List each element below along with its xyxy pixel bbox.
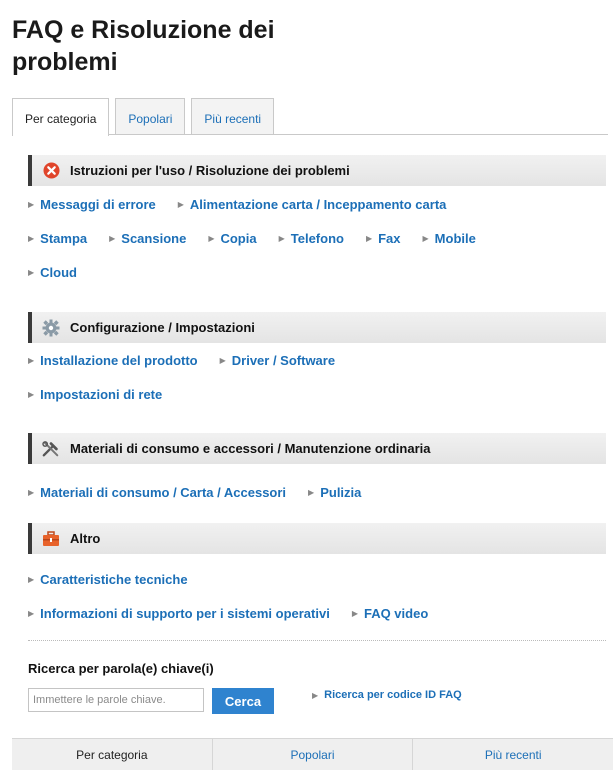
link-cloud[interactable]: ▶ Cloud: [28, 265, 77, 280]
link-mobile[interactable]: ▶ Mobile: [423, 231, 476, 246]
link-alimentazione-carta[interactable]: ▶ Alimentazione carta / Inceppamento cart…: [178, 197, 447, 212]
search-label: Ricerca per parola(e) chiave(i): [28, 661, 214, 676]
link-telefono[interactable]: ▶ Telefono: [279, 231, 344, 246]
error-circle-icon: [42, 162, 60, 180]
bottom-tabs: Per categoria Popolari Più recenti: [12, 738, 613, 770]
section-title: Istruzioni per l'uso / Risoluzione dei p…: [70, 163, 350, 178]
section-header-altro: Altro: [28, 523, 606, 554]
link-fax[interactable]: ▶ Fax: [366, 231, 401, 246]
bottom-tab-popolari[interactable]: Popolari: [213, 739, 414, 770]
link-caratteristiche-tecniche[interactable]: ▶ Caratteristiche tecniche: [28, 572, 188, 587]
section-header-istruzioni: Istruzioni per l'uso / Risoluzione dei p…: [28, 155, 606, 186]
link-scansione[interactable]: ▶ Scansione: [109, 231, 186, 246]
bottom-tab-piu-recenti[interactable]: Più recenti: [413, 739, 613, 770]
search-input[interactable]: [28, 688, 204, 712]
search-button[interactable]: Cerca: [212, 688, 274, 714]
link-copia[interactable]: ▶ Copia: [208, 231, 256, 246]
section-header-configurazione: Configurazione / Impostazioni: [28, 312, 606, 343]
section-title: Materiali di consumo e accessori / Manut…: [70, 441, 431, 456]
link-supporto-sistemi-operativi[interactable]: ▶ Informazioni di supporto per i sistemi …: [28, 606, 330, 621]
page-title: FAQ e Risoluzione dei problemi: [12, 16, 275, 76]
link-impostazioni-di-rete[interactable]: ▶ Impostazioni di rete: [28, 387, 162, 402]
divider: [28, 640, 606, 641]
category-tabs: Per categoria Popolari Più recenti: [12, 98, 280, 136]
link-materiali-di-consumo[interactable]: ▶ Materiali di consumo / Carta / Accessor…: [28, 485, 286, 500]
section-header-materiali: Materiali di consumo e accessori / Manut…: [28, 433, 606, 464]
tab-popolari[interactable]: Popolari: [115, 98, 186, 135]
tools-icon: [42, 440, 60, 458]
tab-per-categoria[interactable]: Per categoria: [12, 98, 110, 136]
gear-icon: [42, 319, 60, 337]
link-stampa[interactable]: ▶ Stampa: [28, 231, 87, 246]
tab-piu-recenti[interactable]: Più recenti: [191, 98, 275, 135]
toolbox-icon: [42, 530, 60, 548]
link-driver-software[interactable]: ▶ Driver / Software: [220, 353, 335, 368]
faq-id-search-link[interactable]: ▶ Ricerca per codice ID FAQ: [312, 689, 462, 701]
section-title: Configurazione / Impostazioni: [70, 320, 255, 335]
link-messaggi-di-errore[interactable]: ▶ Messaggi di errore: [28, 197, 156, 212]
section-title: Altro: [70, 531, 101, 546]
link-faq-video[interactable]: ▶ FAQ video: [352, 606, 428, 621]
link-installazione-prodotto[interactable]: ▶ Installazione del prodotto: [28, 353, 198, 368]
bottom-tab-per-categoria[interactable]: Per categoria: [12, 739, 213, 770]
link-pulizia[interactable]: ▶ Pulizia: [308, 485, 361, 500]
tab-panel: Istruzioni per l'uso / Risoluzione dei p…: [12, 134, 608, 735]
